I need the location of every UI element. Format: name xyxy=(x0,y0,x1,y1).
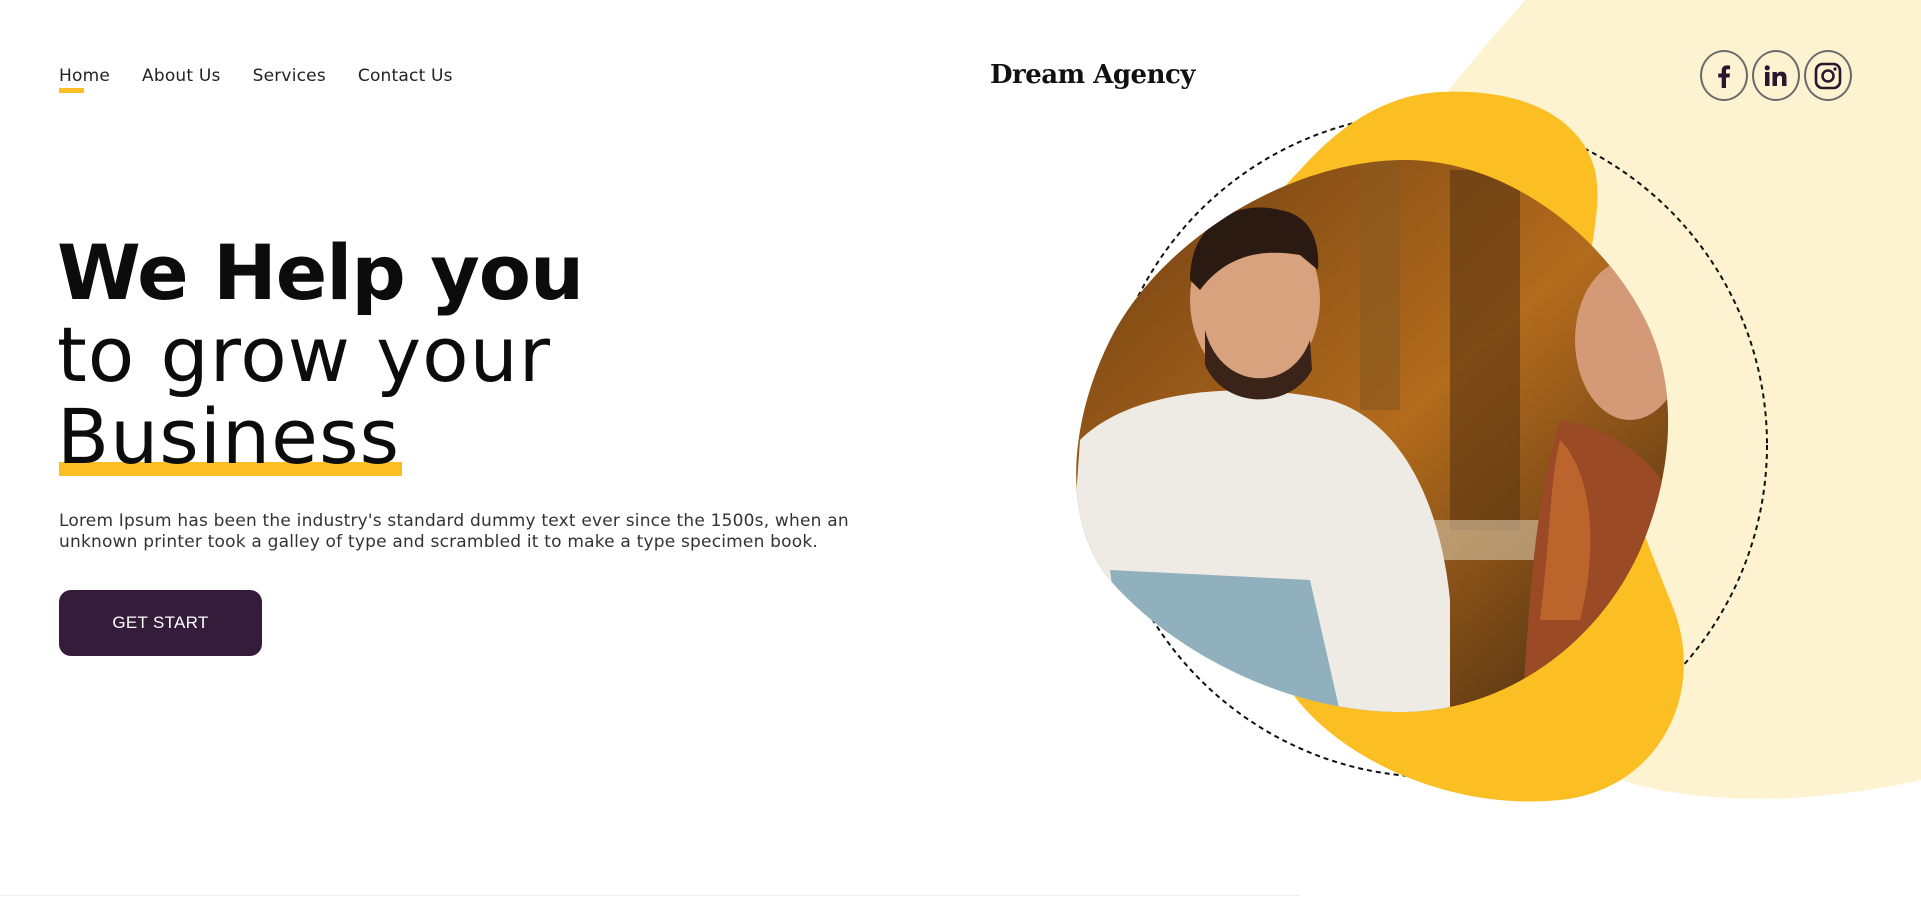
get-start-button[interactable]: GET START xyxy=(59,590,262,656)
instagram-icon xyxy=(1814,62,1842,89)
nav-services[interactable]: Services xyxy=(253,66,326,86)
facebook-icon xyxy=(1718,64,1731,88)
nav-about-us[interactable]: About Us xyxy=(142,66,221,86)
linkedin-icon xyxy=(1764,64,1787,86)
main-nav: Home About Us Services Contact Us xyxy=(59,66,453,93)
landing-page: Home About Us Services Contact Us Dream … xyxy=(0,0,1921,897)
hero-heading: We Help you to grow your Business xyxy=(57,228,584,478)
hero-line-2: to grow your xyxy=(57,310,551,399)
hero-description: Lorem Ipsum has been the industry's stan… xyxy=(59,511,849,552)
nav-contact-us[interactable]: Contact Us xyxy=(358,66,453,86)
nav-home[interactable]: Home xyxy=(59,66,110,93)
facebook-button[interactable] xyxy=(1700,50,1748,101)
social-links xyxy=(1700,50,1852,101)
brand-logo[interactable]: Dream Agency xyxy=(990,60,1195,90)
linkedin-button[interactable] xyxy=(1752,50,1800,101)
hero-line-1: We Help you xyxy=(57,228,584,317)
hero-line-3: Business xyxy=(57,396,403,478)
instagram-button[interactable] xyxy=(1804,50,1852,101)
hero-line-3-text: Business xyxy=(57,392,401,481)
